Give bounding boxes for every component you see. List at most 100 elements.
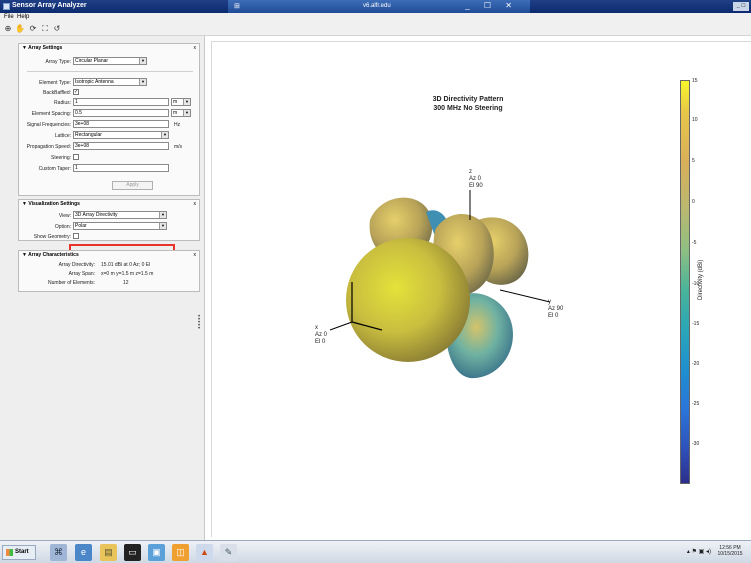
windows-logo-icon [6, 549, 13, 556]
taskbar: Start ⌘ e ▤ ▭ ▣ ◫ ▲ ✎ ▴ ⚑ ▣ ◂) 12:56 PM … [0, 540, 751, 563]
remote-desktop-icon[interactable]: ▣ [148, 544, 165, 561]
lattice-value: Rectangular [75, 132, 102, 138]
matlab-icon[interactable]: ▲ [196, 544, 213, 561]
colorbar-label: Directivity (dBi) [698, 259, 704, 300]
signal-freq-input[interactable]: 3e+08 [73, 120, 169, 128]
app-icon [3, 3, 10, 10]
array-span-label: Array Span: [68, 271, 95, 277]
y-axis-line [499, 289, 551, 303]
colorbar-tick: 10 [692, 117, 698, 123]
menu-file[interactable]: File [4, 14, 14, 20]
start-button[interactable]: Start [2, 545, 36, 560]
pan-icon[interactable]: ✋ [15, 24, 25, 34]
zoom-in-icon[interactable]: ⊕ [3, 24, 13, 34]
array-characteristics-header[interactable]: ▼ Array Characteristics [22, 252, 79, 258]
number-of-elements-label: Number of Elements: [48, 280, 95, 286]
clock[interactable]: 12:56 PM 10/15/2015 [715, 545, 745, 557]
splitter-handle[interactable]: • • • • • [198, 314, 201, 332]
divider [27, 71, 193, 72]
chevron-down-icon: ▼ [159, 223, 166, 229]
backbaffled-checkbox[interactable]: ✓ [73, 89, 79, 95]
radius-unit-value: m [173, 99, 178, 105]
chevron-down-icon: ▼ [183, 110, 190, 116]
element-spacing-input[interactable]: 0.5 [73, 109, 169, 117]
lattice-label: Lattice: [54, 133, 71, 139]
array-characteristics-section: ▼ Array Characteristics x Array Directiv… [18, 250, 200, 292]
array-type-dropdown[interactable]: Circular Planar ▼ [73, 57, 147, 65]
window-controls[interactable]: _ □ [733, 2, 749, 11]
colorbar-tick: 5 [692, 158, 695, 164]
prop-speed-input[interactable]: 3e+08 [73, 142, 169, 150]
apply-button[interactable]: Apply [112, 181, 153, 190]
z-axis-label: z Az 0 El 90 [469, 169, 483, 189]
colorbar-tick: -5 [692, 240, 697, 246]
prop-speed-label: Propagation Speed: [26, 144, 71, 150]
tray-icons[interactable]: ▴ ⚑ ▣ ◂) [687, 548, 711, 555]
title-bar: Sensor Array Analyzer ⊞ v6.alfr.edu _ ☐ … [0, 0, 751, 13]
chevron-down-icon: ▼ [139, 79, 146, 85]
menu-bar: File Help [0, 13, 751, 22]
browser-icon[interactable]: e [75, 544, 92, 561]
option-value: Polar [75, 223, 87, 229]
network-icon[interactable]: ⌘ [50, 544, 67, 561]
folder-icon[interactable]: ▤ [100, 544, 117, 561]
rotate-icon[interactable]: ⟳ [28, 24, 38, 34]
collapse-icon[interactable]: x [194, 201, 197, 207]
radius-unit-dropdown[interactable]: m ▼ [171, 98, 191, 106]
element-type-dropdown[interactable]: Isotropic Antenna ▼ [73, 78, 147, 86]
remote-host: v6.alfr.edu [363, 3, 391, 9]
chevron-down-icon: ▼ [159, 212, 166, 218]
lattice-dropdown[interactable]: Rectangular ▼ [73, 131, 169, 139]
number-of-elements-value: 12 [123, 280, 129, 286]
collapse-icon[interactable]: x [194, 45, 197, 51]
show-geometry-label: Show Geometry: [33, 234, 71, 240]
array-type-label: Array Type: [45, 59, 71, 65]
toolbar: ⊕ ✋ ⟳ ⛶ ↺ [0, 22, 751, 36]
terminal-icon[interactable]: ▭ [124, 544, 141, 561]
visualization-settings-section: ▼ Visualization Settings x View: 3D Arra… [18, 199, 200, 241]
remote-window-controls[interactable]: _ ☐ ✕ [465, 1, 518, 10]
collapse-icon[interactable]: x [194, 252, 197, 258]
view-value: 3D Array Directivity [75, 212, 118, 218]
colorbar-tick: -30 [692, 441, 700, 447]
plot-subtitle: 300 MHz No Steering [433, 105, 503, 112]
fit-icon[interactable]: ⛶ [40, 24, 50, 34]
reset-icon[interactable]: ↺ [52, 24, 62, 34]
plot-title: 3D Directivity Pattern [432, 96, 504, 103]
colorbar-tick: -15 [692, 321, 700, 327]
show-geometry-checkbox[interactable] [73, 233, 79, 239]
steering-checkbox[interactable] [73, 154, 79, 160]
pin-icon[interactable]: ⊞ [234, 2, 240, 10]
radius-input[interactable]: 1 [73, 98, 169, 106]
settings-panel: ▼ Array Settings x Array Type: Circular … [0, 36, 205, 540]
radius-label: Radius: [54, 100, 71, 106]
option-label: Option: [54, 224, 71, 230]
directivity-3d-surface[interactable] [300, 160, 560, 400]
colorbar-tick: -25 [692, 401, 700, 407]
colorbar-tick: -20 [692, 361, 700, 367]
colorbar-tick: 0 [692, 199, 695, 205]
custom-taper-input[interactable]: 1 [73, 164, 169, 172]
signal-freq-label: Signal Frequencies: [26, 122, 71, 128]
view-label: View: [58, 213, 71, 219]
element-type-label: Element Type: [39, 80, 71, 86]
array-settings-header[interactable]: ▼ Array Settings [22, 45, 62, 51]
element-spacing-unit-value: m [173, 110, 178, 116]
y-axis-label: y Az 90 El 0 [548, 299, 564, 319]
chevron-down-icon: ▼ [139, 58, 146, 64]
tool-icon[interactable]: ✎ [220, 544, 237, 561]
array-directivity-value: 15.01 dBi at 0 Az; 0 El [101, 262, 151, 268]
steering-label: Steering: [50, 155, 71, 161]
option-dropdown[interactable]: Polar ▼ [73, 222, 167, 230]
array-settings-section: ▼ Array Settings x Array Type: Circular … [18, 43, 200, 196]
chevron-down-icon: ▼ [183, 99, 190, 105]
window-title: Sensor Array Analyzer [12, 2, 87, 9]
visualization-settings-header[interactable]: ▼ Visualization Settings [22, 201, 80, 207]
x-axis-label: x Az 0 El 0 [315, 325, 328, 345]
office-icon[interactable]: ◫ [172, 544, 189, 561]
remote-session-bar[interactable]: ⊞ v6.alfr.edu _ ☐ ✕ [228, 0, 530, 13]
menu-help[interactable]: Help [17, 14, 29, 20]
element-spacing-unit-dropdown[interactable]: m ▼ [171, 109, 191, 117]
start-label: Start [15, 549, 29, 555]
view-dropdown[interactable]: 3D Array Directivity ▼ [73, 211, 167, 219]
